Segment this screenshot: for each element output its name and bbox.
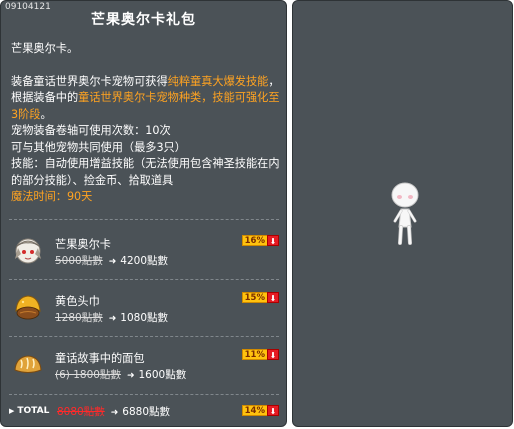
down-arrow-icon: ⬇ xyxy=(267,235,279,246)
arrow-right-icon: ➜ xyxy=(126,371,135,381)
sale-price: 1080點數 xyxy=(120,312,169,324)
total-price: 8080點數 ➜ 6880點數 xyxy=(57,404,170,419)
arrow-right-icon: ➜ xyxy=(108,257,117,267)
bullet-arrow-icon: ▶ xyxy=(9,407,15,415)
bread-icon xyxy=(12,348,44,380)
description-paragraph: 装备童话世界奥尔卡宠物可获得纯粹童真大爆发技能，根据装备中的童话世界奥尔卡宠物种… xyxy=(11,74,280,121)
item-price: 5000點數 ➜ 4200點數 xyxy=(55,253,168,268)
item-description: 芒果奥尔卡。 装备童话世界奥尔卡宠物可获得纯粹童真大爆发技能，根据装备中的童话世… xyxy=(11,41,281,206)
original-price: (6) 1800點數 xyxy=(55,369,121,381)
item-title: 芒果奥尔卡礼包 xyxy=(91,12,196,28)
divider xyxy=(9,336,279,337)
original-price: 1280點數 xyxy=(55,312,103,324)
total-sale-price: 6880點數 xyxy=(122,406,171,418)
arrow-right-icon: ➜ xyxy=(108,314,117,324)
character-avatar xyxy=(387,181,423,247)
item-name: 芒果奥尔卡 xyxy=(55,238,111,251)
discount-badge: 16% ⬇ xyxy=(241,235,279,246)
character-preview-panel xyxy=(292,0,513,427)
down-arrow-icon: ⬇ xyxy=(267,405,279,416)
description-intro: 芒果奥尔卡。 xyxy=(11,42,79,55)
package-item-row[interactable]: 童话故事中的面包 (6) 1800點數 ➜ 1600點數 11% ⬇ xyxy=(9,343,281,387)
divider xyxy=(9,394,279,395)
total-original-price: 8080點數 xyxy=(57,406,105,418)
down-arrow-icon: ⬇ xyxy=(267,292,279,303)
total-label: ▶ TOTAL xyxy=(9,406,50,416)
package-item-row[interactable]: 黄色头巾 1280點數 ➜ 1080點數 15% ⬇ xyxy=(9,286,281,330)
package-item-row[interactable]: 芒果奥尔卡 5000點數 ➜ 4200點數 16% ⬇ xyxy=(9,229,281,273)
down-arrow-icon: ⬇ xyxy=(267,349,279,360)
discount-badge: 15% ⬇ xyxy=(241,292,279,303)
discount-badge: 11% ⬇ xyxy=(241,349,279,360)
share-line: 可与其他宠物共同使用（最多3只） xyxy=(11,140,186,154)
item-name: 童话故事中的面包 xyxy=(55,352,145,365)
item-name: 黄色头巾 xyxy=(55,295,100,308)
item-price: (6) 1800點數 ➜ 1600點數 xyxy=(55,367,186,382)
orca-pet-icon xyxy=(12,234,44,266)
original-price: 5000點數 xyxy=(55,255,103,267)
item-price: 1280點數 ➜ 1080點數 xyxy=(55,310,168,325)
yellow-bandana-icon xyxy=(12,291,44,323)
skills-line: 技能：自动使用增益技能（无法使用包含神圣技能在内的部分技能）、捡金币、拾取道具 xyxy=(11,157,280,187)
sale-price: 1600點數 xyxy=(138,369,187,381)
total-discount-badge: 14% ⬇ xyxy=(241,405,279,416)
sale-price: 4200點數 xyxy=(120,255,169,267)
scroll-count-line: 宠物装备卷轴可使用次数：10次 xyxy=(11,124,171,137)
skill-highlight: 纯粹童真大爆发技能 xyxy=(167,74,269,88)
total-row: ▶ TOTAL 8080點數 ➜ 6880點數 14% ⬇ xyxy=(9,404,281,420)
magic-time: 魔法时间：90天 xyxy=(11,190,93,203)
divider xyxy=(9,219,279,220)
divider xyxy=(9,279,279,280)
arrow-right-icon: ➜ xyxy=(110,408,119,418)
item-tooltip-panel: 09104121 芒果奥尔卡礼包 芒果奥尔卡。 装备童话世界奥尔卡宠物可获得纯粹… xyxy=(0,0,287,427)
